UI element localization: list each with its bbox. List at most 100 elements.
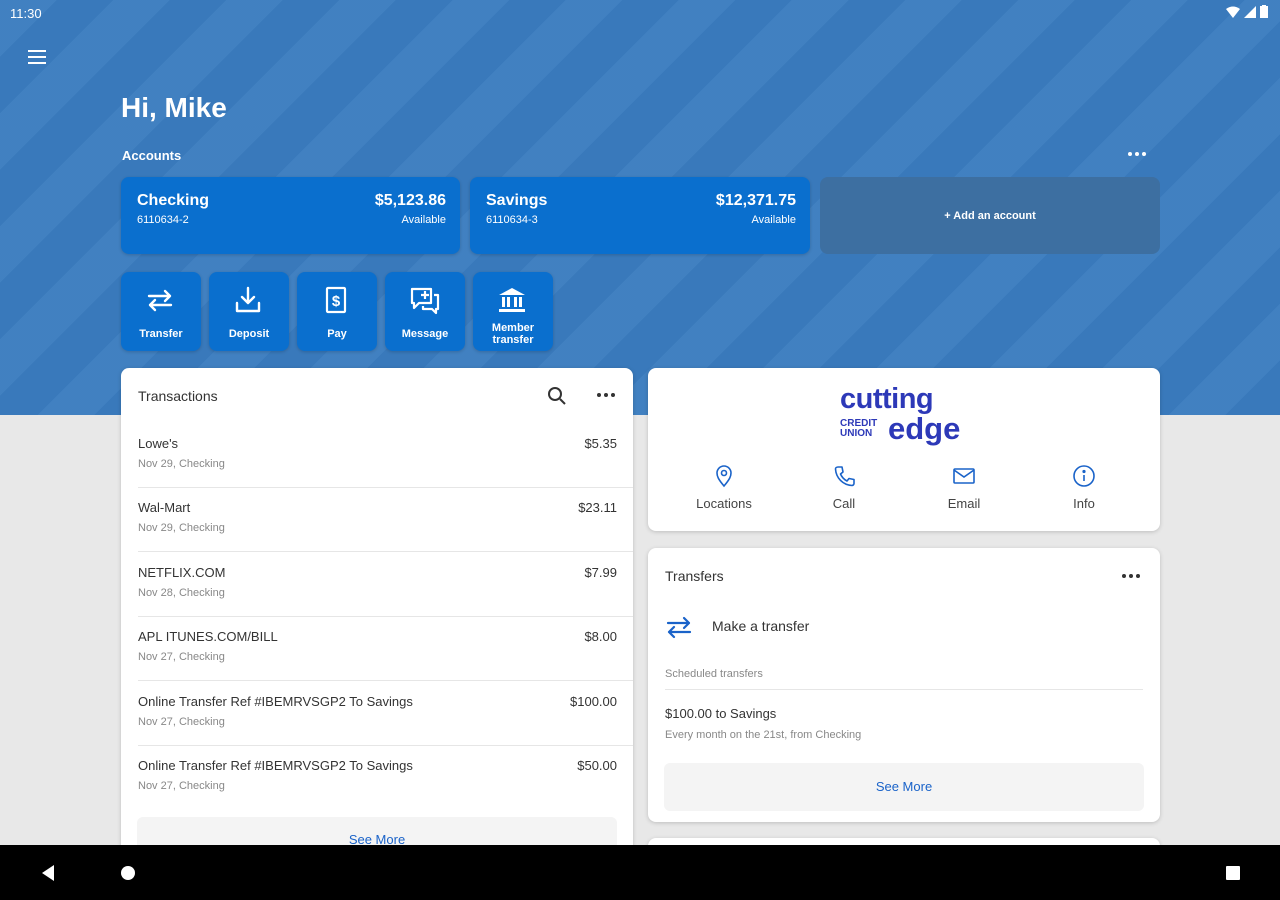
bank-icon — [499, 288, 525, 312]
row-divider — [138, 551, 633, 552]
transaction-row[interactable]: Lowe's Nov 29, Checking $5.35 — [121, 424, 633, 488]
account-balance: $12,371.75 — [715, 192, 796, 209]
contact-label: Email — [947, 496, 981, 511]
row-divider — [138, 680, 633, 681]
contact-label: Call — [832, 496, 856, 511]
transaction-row[interactable]: APL ITUNES.COM/BILL Nov 27, Checking $8.… — [121, 617, 633, 681]
quick-action-label: Deposit — [228, 328, 270, 340]
make-transfer-label: Make a transfer — [712, 618, 810, 634]
add-account-label: + Add an account — [944, 209, 1036, 222]
more-horizontal-icon — [1128, 152, 1146, 156]
brand-logo-sub2: UNION — [840, 428, 873, 439]
system-navigation-bar — [0, 845, 1280, 900]
transfers-card: Transfers Make a transfer Scheduled tran… — [648, 548, 1160, 822]
quick-action-label: Member transfer — [491, 322, 535, 346]
home-icon — [121, 866, 135, 880]
transaction-name: Online Transfer Ref #IBEMRVSGP2 To Savin… — [138, 758, 413, 773]
transaction-amount: $100.00 — [570, 694, 617, 709]
transaction-date: Nov 27, Checking — [138, 780, 225, 792]
account-card-savings[interactable]: Savings 6110634-3 $12,371.75 Available — [470, 177, 810, 254]
transfers-see-more-button[interactable]: See More — [664, 763, 1144, 811]
scheduled-transfers-label: Scheduled transfers — [665, 668, 763, 680]
transactions-title: Transactions — [138, 388, 218, 404]
quick-action-message[interactable]: Message — [385, 272, 465, 351]
contact-locations-button[interactable]: Locations — [669, 464, 779, 518]
transaction-name: Online Transfer Ref #IBEMRVSGP2 To Savin… — [138, 694, 413, 709]
transaction-name: NETFLIX.COM — [138, 565, 226, 580]
transaction-date: Nov 28, Checking — [138, 587, 225, 599]
info-icon — [1073, 465, 1095, 487]
transfers-title: Transfers — [665, 568, 724, 584]
hamburger-icon — [28, 50, 46, 64]
transaction-name: Wal-Mart — [138, 500, 191, 515]
location-pin-icon — [716, 465, 732, 488]
message-icon — [410, 287, 440, 315]
deposit-icon — [235, 286, 261, 313]
add-account-button[interactable]: + Add an account — [820, 177, 1160, 254]
scheduled-transfer-item[interactable]: $100.00 to Savings Every month on the 21… — [665, 706, 1085, 746]
search-icon — [548, 387, 566, 405]
more-horizontal-icon — [1122, 574, 1140, 578]
status-icons — [1226, 5, 1268, 18]
transaction-name: APL ITUNES.COM/BILL — [138, 629, 278, 644]
brand-logo-sub: CREDIT UNION — [840, 419, 877, 439]
transaction-date: Nov 27, Checking — [138, 651, 225, 663]
status-bar: 11:30 — [0, 0, 1280, 26]
quick-action-transfer[interactable]: Transfer — [121, 272, 201, 351]
account-available-label: Available — [401, 214, 446, 226]
contact-call-button[interactable]: Call — [789, 464, 899, 518]
contact-label: Info — [1073, 496, 1095, 511]
account-card-checking[interactable]: Checking 6110634-2 $5,123.86 Available — [121, 177, 460, 254]
account-name: Checking — [137, 192, 210, 209]
contact-info-button[interactable]: Info — [1029, 464, 1139, 518]
account-number: 6110634-2 — [137, 214, 189, 226]
quick-action-label: Message — [401, 328, 449, 340]
transaction-row[interactable]: NETFLIX.COM Nov 28, Checking $7.99 — [121, 553, 633, 617]
recents-icon — [1226, 866, 1240, 880]
transaction-date: Nov 29, Checking — [138, 522, 225, 534]
transactions-card: Transactions Lowe's Nov 29, Checking $5.… — [121, 368, 633, 868]
battery-icon — [1260, 5, 1268, 18]
transaction-amount: $8.00 — [584, 629, 617, 644]
accounts-heading: Accounts — [122, 148, 182, 163]
transaction-amount: $23.11 — [578, 500, 617, 515]
scheduled-transfer-detail: Every month on the 21st, from Checking — [665, 729, 862, 741]
account-number: 6110634-3 — [486, 214, 538, 226]
transaction-row[interactable]: Wal-Mart Nov 29, Checking $23.11 — [121, 488, 633, 552]
quick-action-label: Pay — [327, 328, 347, 340]
quick-action-label: Transfer — [139, 328, 183, 340]
nav-recents-button[interactable] — [1220, 860, 1246, 886]
transactions-search-button[interactable] — [545, 384, 569, 408]
transactions-more-button[interactable] — [593, 384, 619, 406]
account-available-label: Available — [751, 214, 796, 226]
transfer-icon — [666, 616, 692, 639]
nav-home-button[interactable] — [115, 860, 141, 886]
transaction-row[interactable]: Online Transfer Ref #IBEMRVSGP2 To Savin… — [121, 746, 633, 810]
greeting-title: Hi, Mike — [121, 92, 227, 123]
brand-logo: cutting CREDIT UNION edge — [838, 383, 978, 449]
transaction-row[interactable]: Online Transfer Ref #IBEMRVSGP2 To Savin… — [121, 682, 633, 746]
nav-back-button[interactable] — [36, 860, 62, 886]
row-divider — [665, 689, 1143, 690]
quick-action-pay[interactable]: $ Pay — [297, 272, 377, 351]
more-horizontal-icon — [597, 393, 615, 397]
credit-union-card: cutting CREDIT UNION edge Locations Call … — [648, 368, 1160, 531]
status-time: 11:30 — [10, 6, 42, 21]
contact-label: Locations — [696, 496, 752, 511]
contact-email-button[interactable]: Email — [909, 464, 1019, 518]
transaction-date: Nov 29, Checking — [138, 458, 225, 470]
make-transfer-button[interactable]: Make a transfer — [664, 608, 1044, 644]
transaction-date: Nov 27, Checking — [138, 716, 225, 728]
transfer-icon — [147, 289, 173, 312]
hamburger-menu-button[interactable] — [24, 44, 50, 70]
accounts-more-button[interactable] — [1122, 144, 1152, 164]
quick-action-deposit[interactable]: Deposit — [209, 272, 289, 351]
quick-action-member-transfer[interactable]: Member transfer — [473, 272, 553, 351]
transaction-name: Lowe's — [138, 436, 179, 451]
email-icon — [953, 468, 975, 484]
signal-icon — [1244, 5, 1256, 18]
account-balance: $5,123.86 — [374, 192, 446, 209]
wifi-icon — [1226, 6, 1240, 18]
transfers-more-button[interactable] — [1118, 565, 1144, 587]
scheduled-transfer-title: $100.00 to Savings — [665, 706, 777, 721]
